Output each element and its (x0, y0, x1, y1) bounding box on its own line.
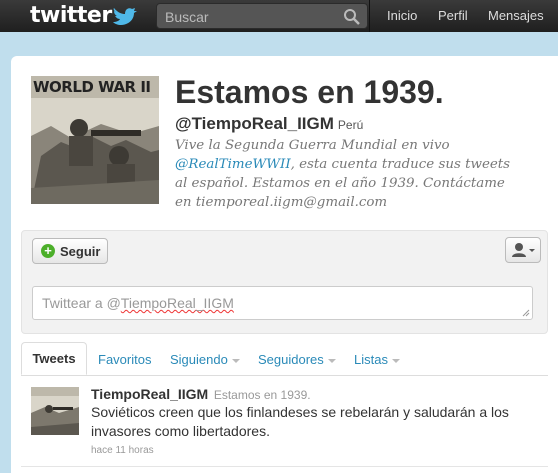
avatar-caption: WORLD WAR II (33, 78, 151, 96)
profile-name: Estamos en 1939. (175, 74, 444, 110)
search-icon[interactable] (343, 8, 361, 26)
search-box[interactable] (156, 3, 368, 29)
tab-following-label: Siguiendo (170, 352, 228, 367)
tweet-author-name[interactable]: TiempoReal_IIGM (91, 386, 208, 402)
bio-mention-link[interactable]: @RealTimeWWII (175, 157, 291, 172)
follow-button-label: Seguir (60, 244, 101, 259)
tab-followers-label: Seguidores (258, 352, 324, 367)
twitter-logo[interactable]: twitter (30, 3, 112, 28)
tweet-avatar-illustration (31, 387, 79, 435)
nav-home-link[interactable]: Inicio (387, 8, 417, 23)
chevron-down-icon (231, 358, 240, 363)
tab-following[interactable]: Siguiendo (170, 352, 240, 367)
twitter-bird-icon[interactable] (112, 4, 138, 26)
profile-avatar[interactable]: WORLD WAR II (31, 76, 159, 204)
search-input[interactable] (163, 7, 337, 27)
profile-handle-text: @TiempoReal_IIGM (175, 114, 334, 133)
chevron-down-icon (327, 358, 336, 363)
plus-icon: + (41, 244, 55, 258)
tab-followers[interactable]: Seguidores (258, 352, 336, 367)
person-icon (512, 243, 535, 257)
profile-location: Perú (337, 118, 364, 132)
tab-lists-label: Listas (354, 352, 388, 367)
tweet-item[interactable]: TiempoReal_IIGM Estamos en 1939. Soviéti… (21, 378, 548, 468)
profile-tabs: Tweets Favoritos Siguiendo Seguidores Li… (21, 342, 548, 376)
tweet-compose-handle: TiempoReal_IIGM (120, 295, 234, 311)
tweet-compose-box[interactable]: Twittear a @TiempoReal_IIGM (32, 286, 533, 320)
profile-handle: @TiempoReal_IIGM Perú (175, 114, 363, 134)
chevron-down-icon (391, 358, 400, 363)
follow-button[interactable]: + Seguir (32, 238, 108, 264)
nav-messages-link[interactable]: Mensajes (488, 8, 544, 23)
tweet-compose-placeholder: Twittear a @TiempoReal_IIGM (42, 295, 234, 311)
tab-lists[interactable]: Listas (354, 352, 400, 367)
tweet-avatar[interactable] (31, 387, 79, 435)
resize-handle-icon[interactable] (522, 309, 530, 317)
action-panel: + Seguir Twittear a @TiempoReal_IIGM (21, 230, 548, 334)
tweet-header: TiempoReal_IIGM Estamos en 1939. (91, 386, 311, 402)
tweet-compose-prefix: Twittear a @ (42, 295, 121, 311)
tweet-text: Soviéticos creen que los finlandeses se … (91, 404, 509, 439)
tab-favorites[interactable]: Favoritos (98, 352, 151, 367)
nav-divider (369, 0, 370, 32)
tab-tweets[interactable]: Tweets (21, 342, 87, 375)
bio-text-1: Vive la Segunda Guerra Mundial en vivo (175, 138, 450, 153)
top-navigation-bar: twitter Inicio Perfil Mensajes (0, 0, 558, 32)
profile-card: WORLD WAR II Estamos en 1939. @TiempoRea… (11, 56, 558, 473)
profile-bio: Vive la Segunda Guerra Mundial en vivo @… (175, 136, 525, 212)
nav-profile-link[interactable]: Perfil (438, 8, 468, 23)
tweet-timestamp[interactable]: hace 11 horas (91, 445, 154, 456)
user-actions-dropdown[interactable] (505, 237, 541, 263)
tweet-author-subname: Estamos en 1939. (213, 388, 311, 402)
tweet-divider (21, 466, 548, 467)
